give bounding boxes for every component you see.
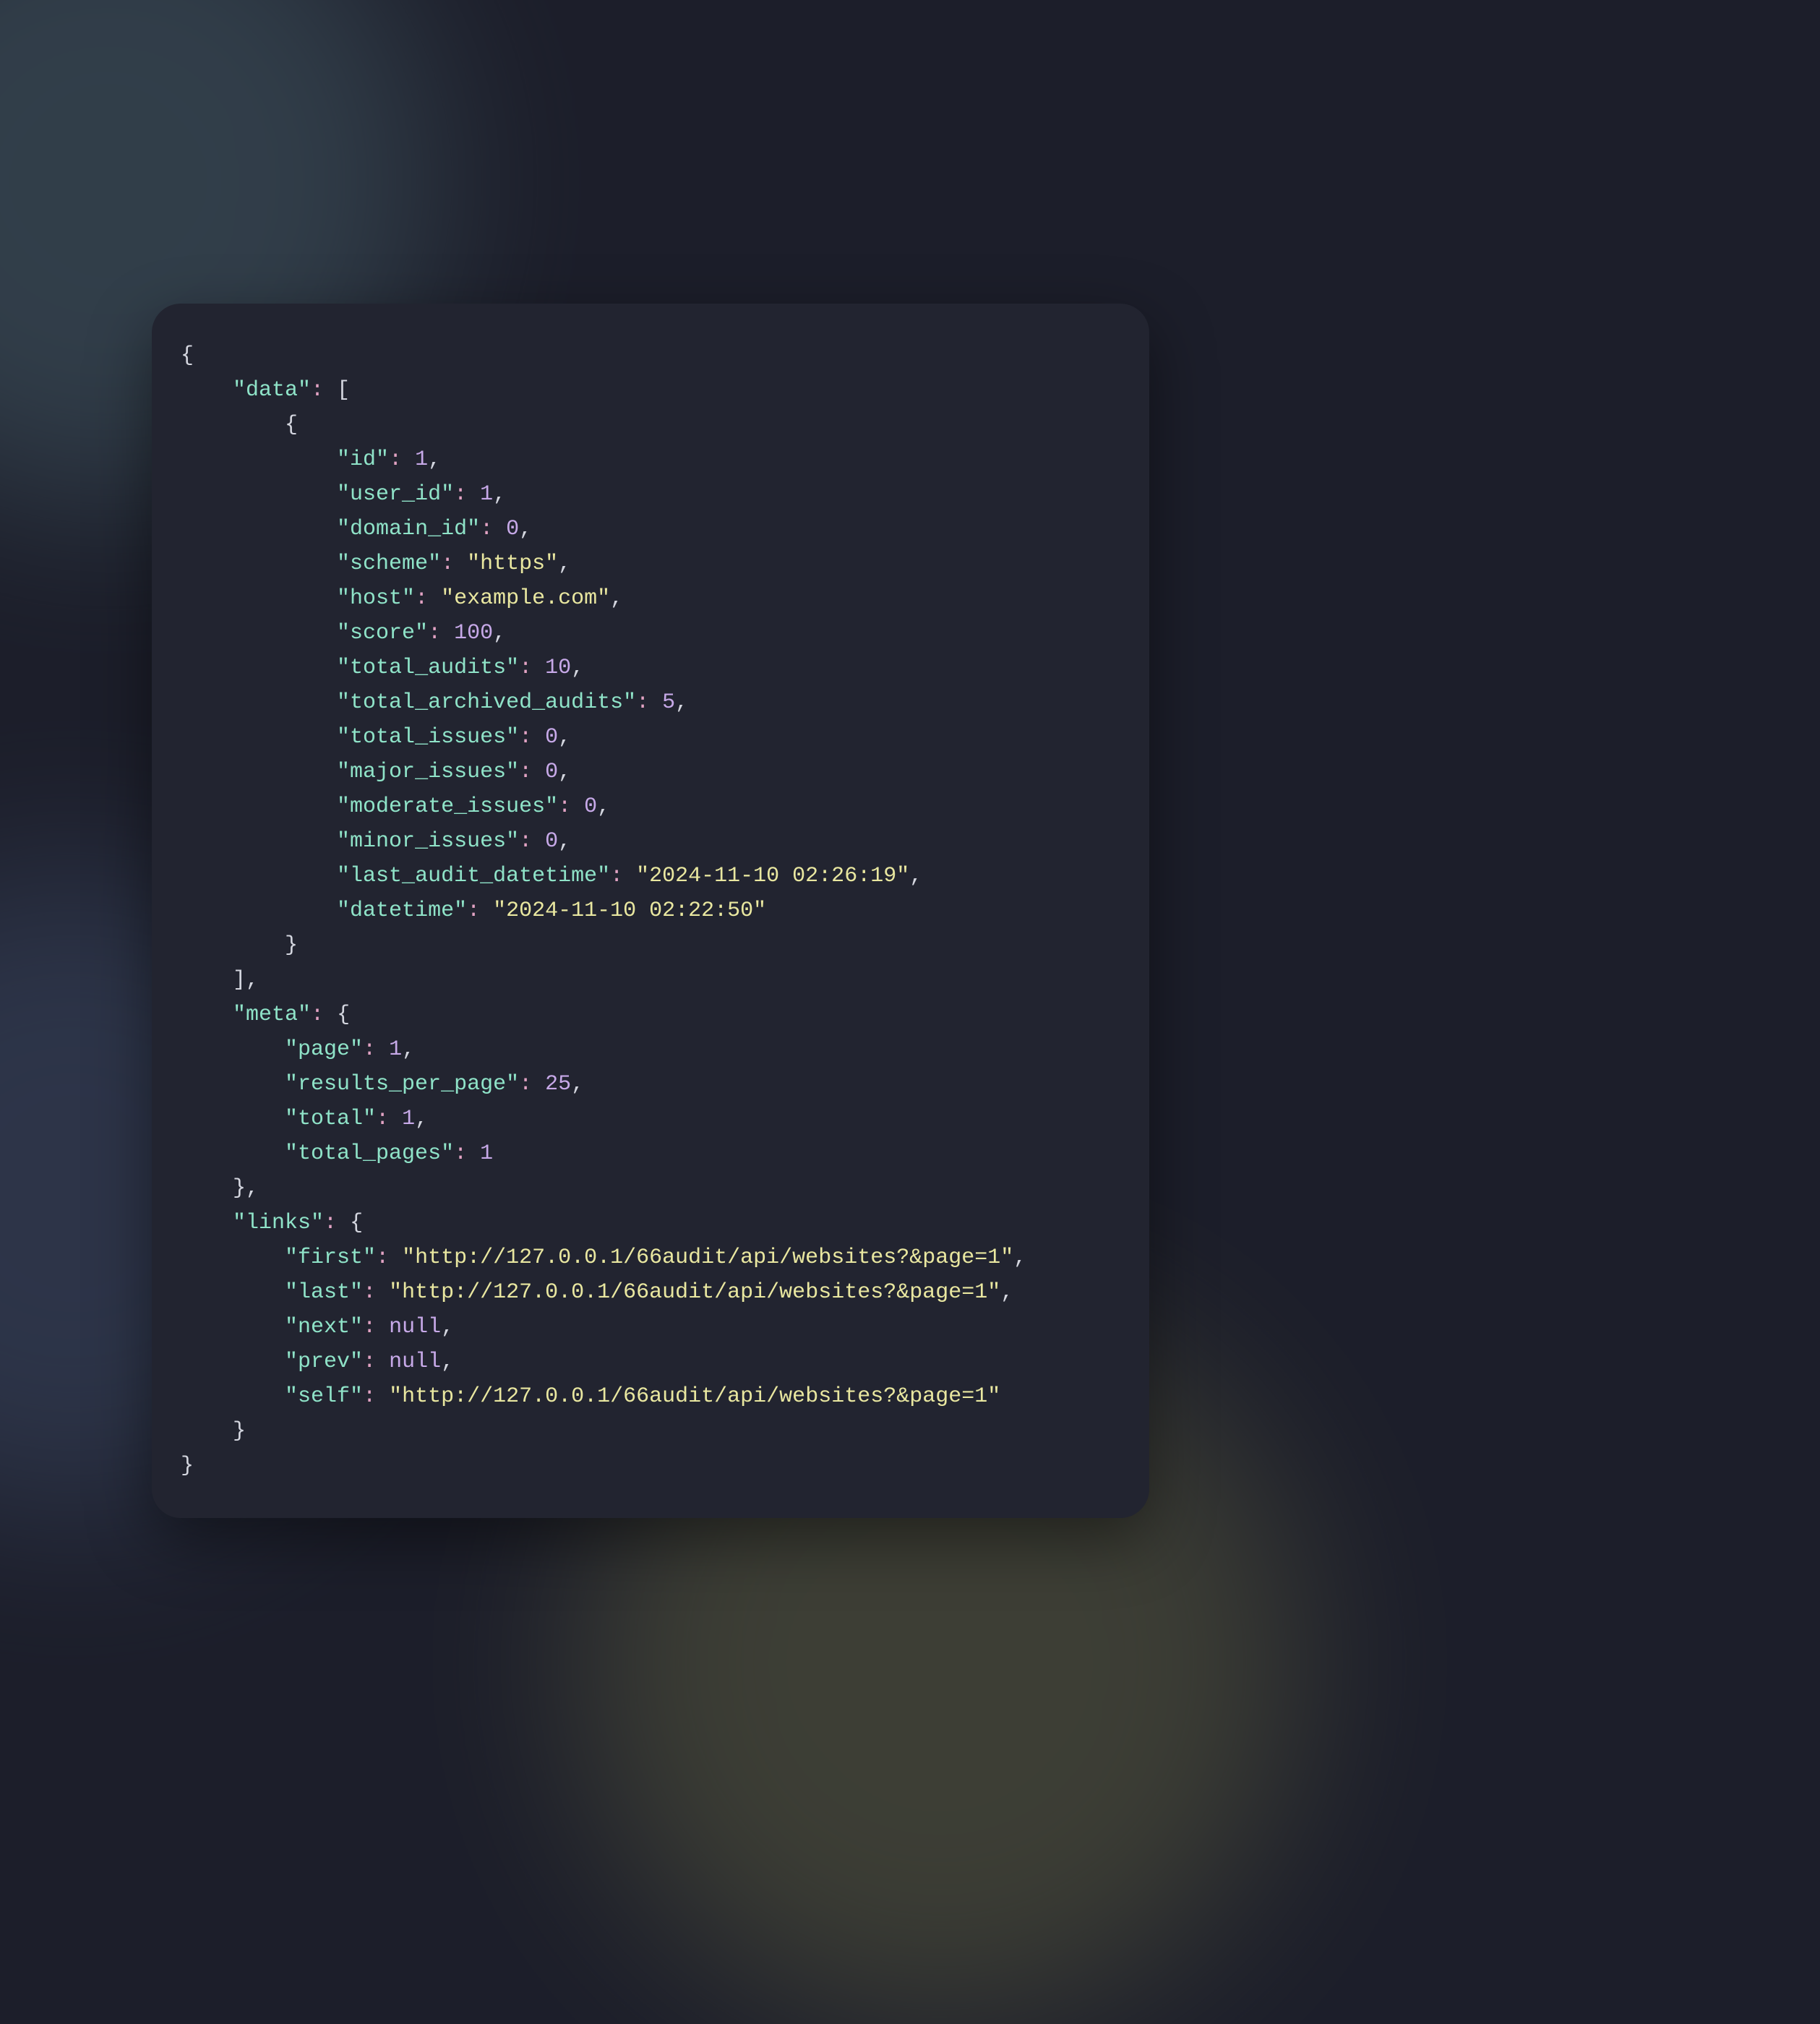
code-panel: { "data": [ { "id": 1, "user_id": 1, "do… — [152, 304, 1149, 1518]
json-code-block[interactable]: { "data": [ { "id": 1, "user_id": 1, "do… — [181, 338, 1120, 1483]
